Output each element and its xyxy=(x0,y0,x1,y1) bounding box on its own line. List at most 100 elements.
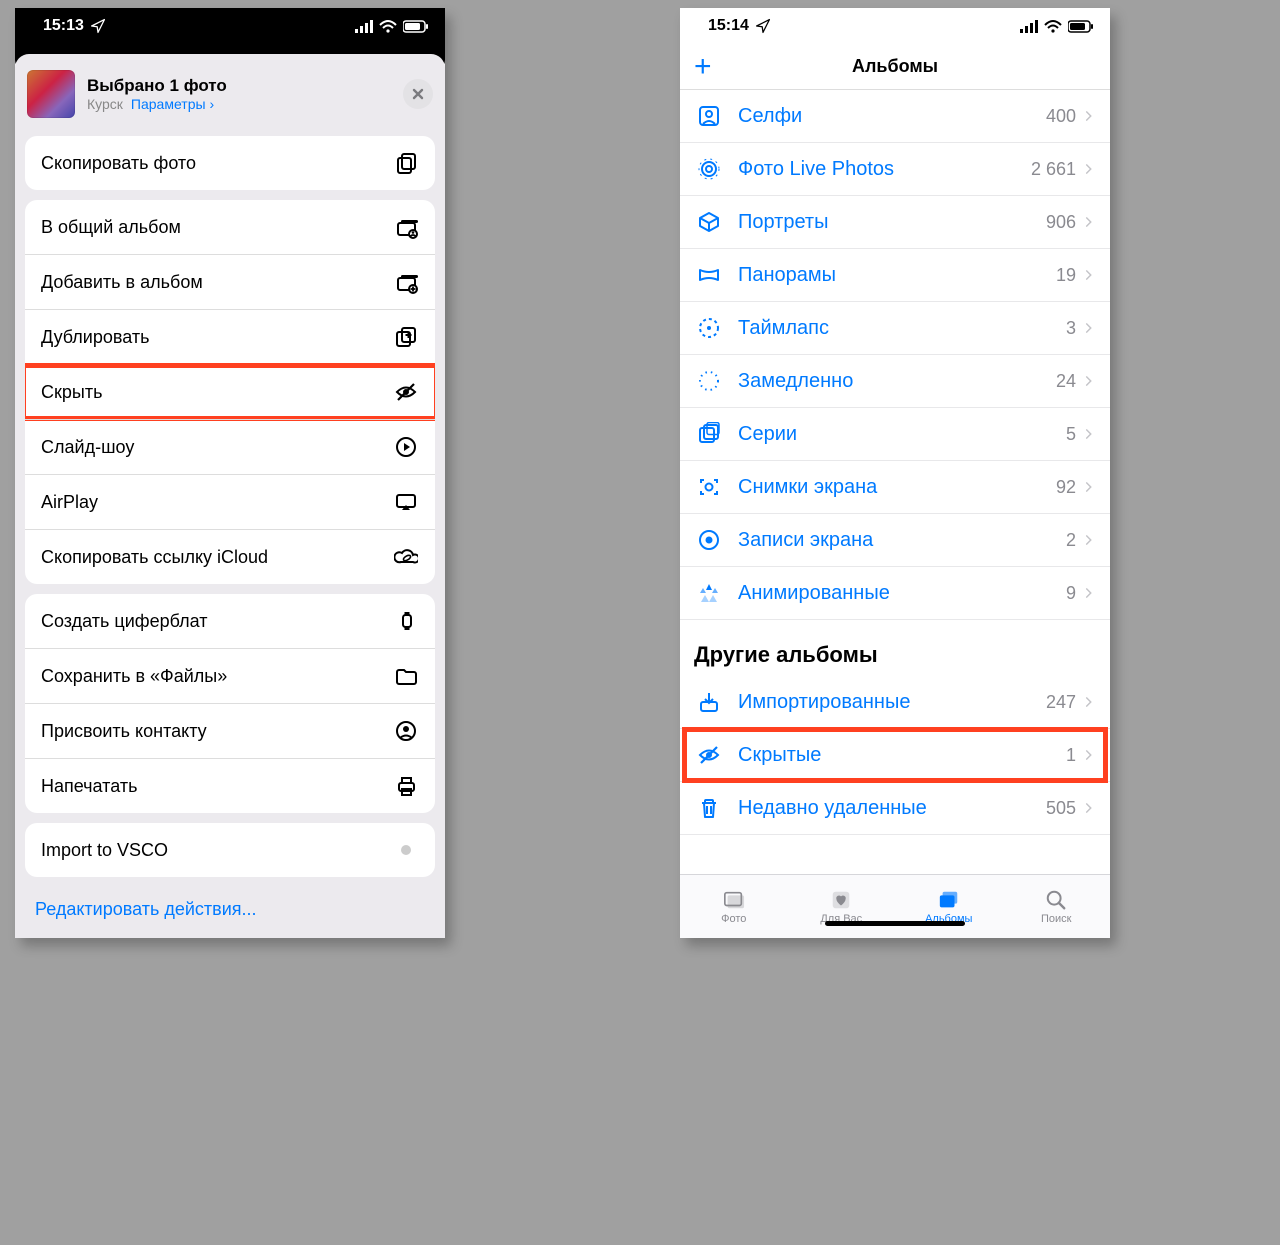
action-label: Слайд-шоу xyxy=(41,437,134,458)
albums-icon xyxy=(936,889,962,911)
album-label: Снимки экрана xyxy=(738,476,1056,499)
location-services-icon xyxy=(755,18,771,34)
action-icloud_link[interactable]: Скопировать ссылку iCloud xyxy=(25,529,435,584)
add-album-button[interactable]: + xyxy=(694,52,712,82)
tab-bar: ФотоДля ВасАльбомы Поиск xyxy=(680,874,1110,938)
tab-albums[interactable]: Альбомы xyxy=(895,875,1003,938)
album-row-animated[interactable]: Анимированные9 xyxy=(680,567,1110,620)
album-label: Серии xyxy=(738,423,1066,446)
record-icon xyxy=(694,525,724,555)
album-row-imported[interactable]: Импортированные247 xyxy=(680,676,1110,729)
album-label: Портреты xyxy=(738,211,1046,234)
section-header-other: Другие альбомы xyxy=(680,620,1110,676)
action-print[interactable]: Напечатать xyxy=(25,758,435,813)
action-watchface[interactable]: Создать циферблат xyxy=(25,594,435,648)
action-add_album[interactable]: Добавить в альбом xyxy=(25,254,435,309)
close-button[interactable] xyxy=(403,79,433,109)
chevron-right-icon xyxy=(1082,586,1096,600)
album-row-slowmo[interactable]: Замедленно24 xyxy=(680,355,1110,408)
screenshot-share-sheet: 15:13 Выбрано 1 фото Курск Параметры › xyxy=(15,8,445,938)
home-indicator[interactable] xyxy=(825,921,965,926)
action-label: Дублировать xyxy=(41,327,149,348)
album-count: 1 xyxy=(1066,745,1076,766)
chevron-right-icon xyxy=(1082,374,1096,388)
album-count: 505 xyxy=(1046,798,1076,819)
foryou-icon xyxy=(828,889,854,911)
album-label: Недавно удаленные xyxy=(738,797,1046,820)
action-label: AirPlay xyxy=(41,492,98,513)
chevron-right-icon xyxy=(1082,695,1096,709)
action-label: Присвоить контакту xyxy=(41,721,207,742)
album-label: Селфи xyxy=(738,105,1046,128)
eye-slash-icon xyxy=(694,740,724,770)
chevron-right-icon xyxy=(1082,109,1096,123)
airplay-icon xyxy=(393,489,419,515)
share-title: Выбрано 1 фото xyxy=(87,76,391,96)
album-row-pano[interactable]: Панорамы19 xyxy=(680,249,1110,302)
copy-icon xyxy=(393,150,419,176)
action-duplicate[interactable]: Дублировать xyxy=(25,309,435,364)
album-label: Анимированные xyxy=(738,582,1066,605)
album-label: Фото Live Photos xyxy=(738,158,1031,181)
animated-icon xyxy=(694,578,724,608)
album-label: Импортированные xyxy=(738,691,1046,714)
print-icon xyxy=(393,773,419,799)
tab-photos[interactable]: Фото xyxy=(680,875,788,938)
action-copy_photo[interactable]: Скопировать фото xyxy=(25,136,435,190)
chevron-right-icon xyxy=(1082,162,1096,176)
action-label: Напечатать xyxy=(41,776,137,797)
edit-actions-link[interactable]: Редактировать действия... xyxy=(15,887,445,932)
slowmo-icon xyxy=(694,366,724,396)
tab-label: Поиск xyxy=(1041,913,1071,925)
import-icon xyxy=(694,687,724,717)
action-save_files[interactable]: Сохранить в «Файлы» xyxy=(25,648,435,703)
action-label: Сохранить в «Файлы» xyxy=(41,666,227,687)
share-sheet-header: Выбрано 1 фото Курск Параметры › xyxy=(15,60,445,130)
album-row-screenshots[interactable]: Снимки экрана92 xyxy=(680,461,1110,514)
status-indicators xyxy=(1020,18,1094,34)
album-row-selfie[interactable]: Селфи400 xyxy=(680,90,1110,143)
wifi-icon xyxy=(378,18,398,34)
action-hide[interactable]: Скрыть xyxy=(25,364,435,419)
album-row-timelapse[interactable]: Таймлапс3 xyxy=(680,302,1110,355)
album-row-portrait[interactable]: Портреты906 xyxy=(680,196,1110,249)
status-bar: 15:14 xyxy=(680,8,1110,44)
screenshot-icon xyxy=(694,472,724,502)
play-circle-icon xyxy=(393,434,419,460)
search-icon xyxy=(1043,889,1069,911)
vsco-icon xyxy=(393,837,419,863)
action-shared_album[interactable]: В общий альбом xyxy=(25,200,435,254)
action-airplay[interactable]: AirPlay xyxy=(25,474,435,529)
album-count: 9 xyxy=(1066,583,1076,604)
album-row-live[interactable]: Фото Live Photos2 661 xyxy=(680,143,1110,196)
action-assign_contact[interactable]: Присвоить контакту xyxy=(25,703,435,758)
shared-album-icon xyxy=(393,214,419,240)
action-label: Скопировать ссылку iCloud xyxy=(41,547,268,568)
chevron-right-icon xyxy=(1082,427,1096,441)
action-label: Import to VSCO xyxy=(41,840,168,861)
album-row-screenrec[interactable]: Записи экрана2 xyxy=(680,514,1110,567)
share-options-link[interactable]: Параметры › xyxy=(131,96,214,112)
action-slideshow[interactable]: Слайд-шоу xyxy=(25,419,435,474)
album-count: 92 xyxy=(1056,477,1076,498)
tab-search[interactable]: Поиск xyxy=(1003,875,1111,938)
action-label: Добавить в альбом xyxy=(41,272,203,293)
photos-icon xyxy=(721,889,747,911)
album-row-deleted[interactable]: Недавно удаленные505 xyxy=(680,782,1110,835)
album-row-hidden[interactable]: Скрытые1 xyxy=(680,729,1110,782)
album-count: 24 xyxy=(1056,371,1076,392)
chevron-right-icon xyxy=(1082,321,1096,335)
album-count: 3 xyxy=(1066,318,1076,339)
album-count: 400 xyxy=(1046,106,1076,127)
action-label: Создать циферблат xyxy=(41,611,207,632)
album-row-bursts[interactable]: Серии5 xyxy=(680,408,1110,461)
status-time: 15:14 xyxy=(708,17,749,35)
album-label: Скрытые xyxy=(738,744,1066,767)
selected-photo-thumbnail[interactable] xyxy=(27,70,75,118)
tab-foryou[interactable]: Для Вас xyxy=(788,875,896,938)
album-label: Таймлапс xyxy=(738,317,1066,340)
album-label: Записи экрана xyxy=(738,529,1066,552)
action-vsco[interactable]: Import to VSCO xyxy=(25,823,435,877)
album-count: 2 xyxy=(1066,530,1076,551)
chevron-right-icon xyxy=(1082,215,1096,229)
